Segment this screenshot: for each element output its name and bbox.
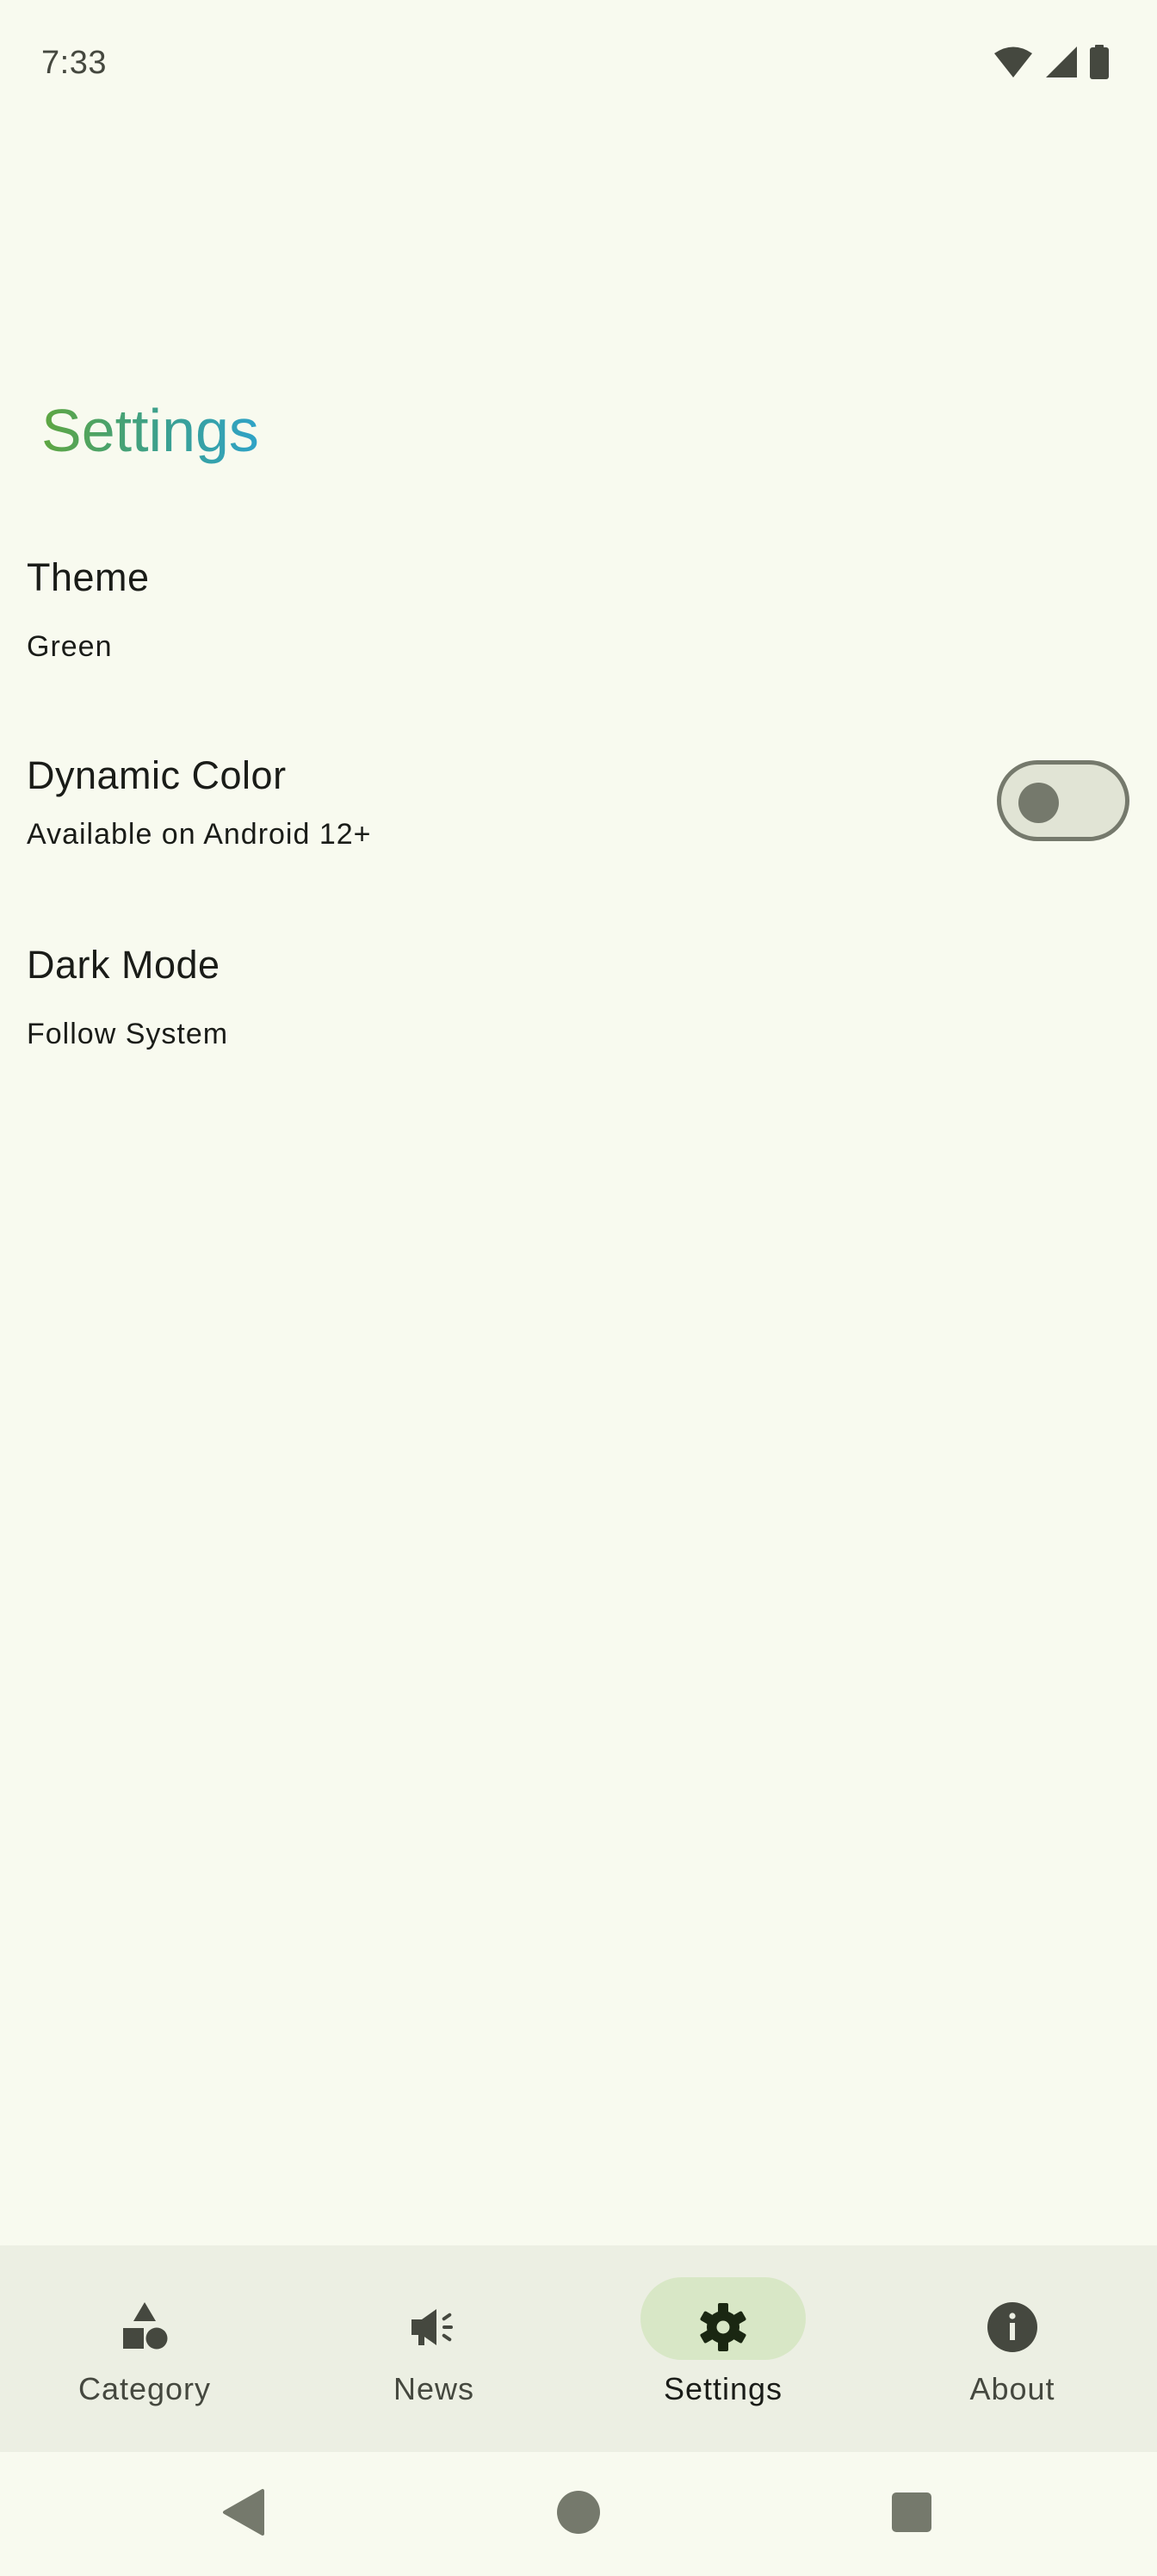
status-icons: [993, 45, 1109, 79]
back-icon: [220, 2487, 266, 2542]
status-time: 7:33: [41, 45, 107, 81]
setting-theme-title: Theme: [27, 555, 150, 599]
nav-label-news: News: [393, 2371, 475, 2406]
setting-theme[interactable]: Theme Green: [0, 534, 1157, 689]
nav-item-settings[interactable]: Settings: [578, 2245, 868, 2452]
nav-label-category: Category: [77, 2371, 212, 2406]
bottom-navigation: Category News Settings About: [0, 2245, 1157, 2452]
status-bar: 7:33: [0, 0, 1157, 129]
setting-dark-mode-value: Follow System: [27, 1018, 229, 1050]
recents-button[interactable]: [860, 2452, 963, 2576]
nav-item-news[interactable]: News: [289, 2245, 578, 2452]
setting-theme-value: Green: [27, 630, 113, 663]
info-icon: [983, 2298, 1042, 2356]
dynamic-color-toggle[interactable]: [997, 760, 1129, 841]
home-button[interactable]: [527, 2452, 630, 2576]
gear-icon: [694, 2298, 752, 2356]
nav-item-about[interactable]: About: [868, 2245, 1157, 2452]
setting-dark-mode-title: Dark Mode: [27, 943, 220, 987]
setting-dynamic-color[interactable]: Dynamic Color Available on Android 12+: [0, 732, 1157, 887]
toggle-thumb: [1018, 783, 1059, 823]
nav-label-settings: Settings: [663, 2371, 783, 2406]
nav-label-about: About: [969, 2371, 1055, 2406]
home-icon: [555, 2489, 602, 2540]
battery-icon: [1090, 45, 1109, 79]
wifi-icon: [993, 46, 1033, 78]
page-title: Settings: [41, 393, 259, 468]
setting-dynamic-color-subtitle: Available on Android 12+: [27, 818, 372, 851]
setting-dark-mode[interactable]: Dark Mode Follow System: [0, 921, 1157, 1076]
recents-icon: [890, 2491, 933, 2538]
system-navigation-bar: [0, 2452, 1157, 2576]
nav-item-category[interactable]: Category: [0, 2245, 289, 2452]
back-button[interactable]: [191, 2452, 294, 2576]
setting-dynamic-color-title: Dynamic Color: [27, 753, 287, 797]
signal-icon: [1045, 46, 1078, 78]
category-shapes-icon: [115, 2298, 174, 2356]
campaign-megaphone-icon: [405, 2298, 463, 2356]
